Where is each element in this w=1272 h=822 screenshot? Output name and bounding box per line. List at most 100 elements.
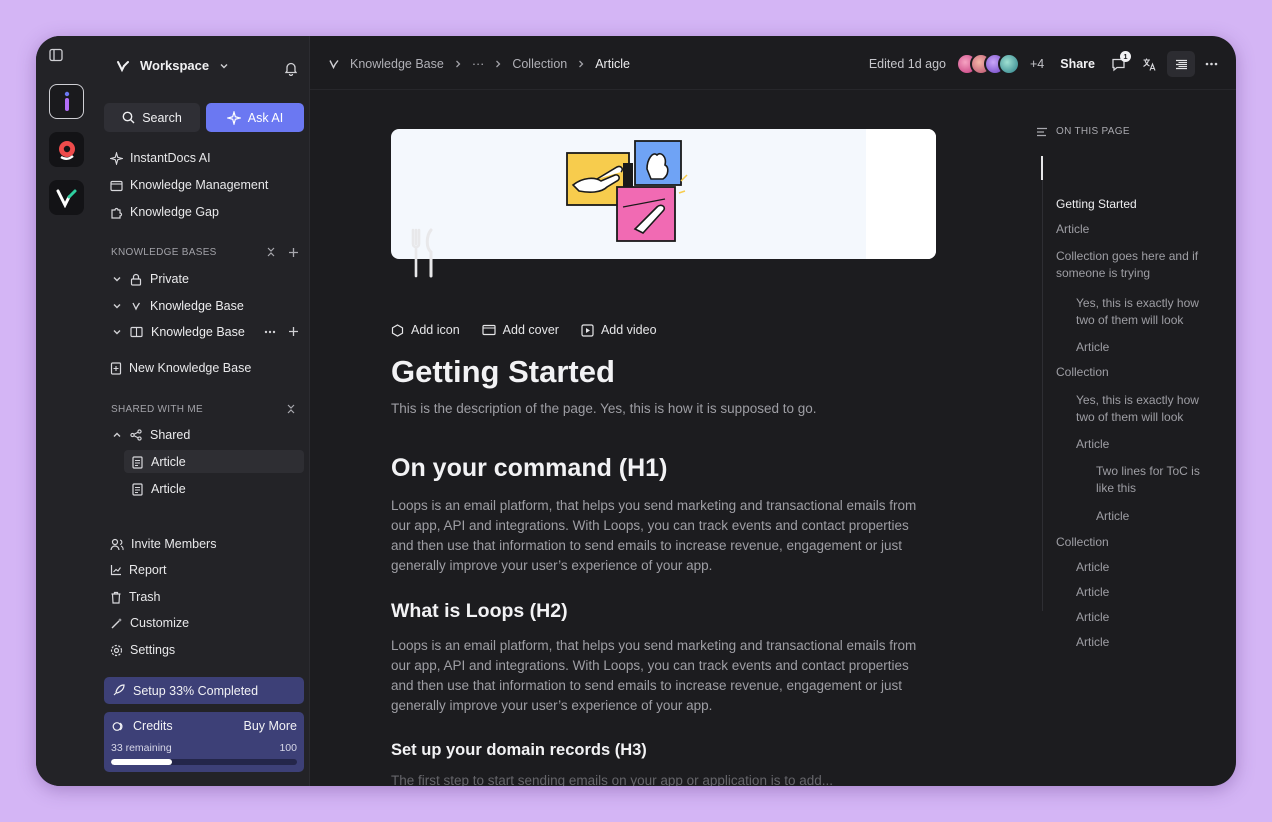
nav-knowledge-management[interactable]: Knowledge Management [110, 175, 268, 195]
add-cover-button[interactable]: Add cover [482, 323, 559, 337]
breadcrumb-article[interactable]: Article [595, 57, 630, 71]
toc-item[interactable]: Article [1096, 508, 1236, 525]
nav-invite-members[interactable]: Invite Members [110, 534, 216, 554]
shared-folder[interactable]: Shared [112, 425, 190, 445]
article-label: Article [151, 455, 186, 469]
buy-more-button[interactable]: Buy More [244, 719, 298, 733]
chevron-down-icon [113, 304, 121, 309]
document-icon [132, 482, 143, 496]
kb-item-label: Knowledge Base [150, 299, 244, 313]
app-switcher-second[interactable] [49, 132, 84, 167]
fork-knife-icon[interactable] [410, 228, 438, 280]
page-title[interactable]: Getting Started [391, 354, 615, 390]
collapse-icon[interactable] [286, 403, 296, 415]
toc-item[interactable]: Collection [1056, 534, 1204, 551]
kb-item-knowledge-base-2[interactable]: Knowledge Base [112, 322, 245, 342]
toc-item[interactable]: Getting Started [1056, 196, 1204, 213]
trash-icon [111, 591, 121, 604]
app-switcher-instantdocs[interactable] [49, 84, 84, 119]
heading-h2[interactable]: What is Loops (H2) [391, 600, 568, 623]
paragraph-1[interactable]: Loops is an email platform, that helps y… [391, 496, 931, 576]
more-collaborators-count[interactable]: +4 [1030, 57, 1044, 71]
kb-item-label: Knowledge Base [151, 325, 245, 339]
chart-icon [110, 565, 121, 576]
search-button[interactable]: Search [104, 103, 200, 132]
toc-item[interactable]: Article [1076, 559, 1224, 576]
toc-item[interactable]: Article [1076, 609, 1224, 626]
image-icon [482, 324, 496, 336]
paragraph-3-partial[interactable]: The first step to start sending emails o… [391, 773, 833, 786]
heading-h1[interactable]: On your command (H1) [391, 454, 667, 483]
setup-progress-button[interactable]: Setup 33% Completed [104, 677, 304, 704]
comments-button[interactable]: 1 [1111, 50, 1131, 72]
app-switcher-third[interactable] [49, 180, 84, 215]
paragraph-2[interactable]: Loops is an email platform, that helps y… [391, 636, 931, 716]
toc-header: ON THIS PAGE [1036, 126, 1130, 137]
chevron-down-icon [113, 330, 121, 335]
toc-item[interactable]: Collection [1056, 364, 1204, 381]
kb-item-knowledge-base-1[interactable]: Knowledge Base [112, 296, 244, 316]
workspace-logo-icon [117, 60, 129, 72]
bell-icon[interactable] [284, 61, 298, 76]
breadcrumb-collection[interactable]: Collection [512, 57, 567, 71]
kb-section-actions [266, 246, 299, 258]
translate-icon[interactable] [1142, 57, 1157, 72]
toc-toggle-button[interactable] [1167, 51, 1195, 77]
add-icon-button[interactable]: Add icon [391, 323, 460, 337]
kb-logo-icon [329, 60, 339, 70]
nav-instantdocs-ai[interactable]: InstantDocs AI [110, 148, 211, 168]
nav-trash[interactable]: Trash [110, 587, 161, 607]
chevron-down-icon [113, 277, 121, 282]
document-icon [132, 455, 143, 469]
share-button[interactable]: Share [1060, 57, 1095, 71]
toc-heading-label: ON THIS PAGE [1056, 126, 1130, 137]
shared-section-label: SHARED WITH ME [111, 404, 203, 415]
toc-list-icon [1037, 127, 1047, 136]
shared-article-1[interactable]: Article [132, 452, 186, 472]
credits-card: Credits Buy More 33 remaining 100 [104, 712, 304, 772]
top-bar: Knowledge Base ··· Collection Article Ed… [310, 36, 1236, 90]
nav-label: InstantDocs AI [130, 151, 211, 165]
knowledge-bases-section-label: KNOWLEDGE BASES [111, 247, 217, 258]
toc-item[interactable]: Yes, this is exactly how two of them wil… [1076, 392, 1211, 426]
credits-remaining: 33 remaining [111, 742, 172, 754]
toc-item[interactable]: Yes, this is exactly how two of them wil… [1076, 295, 1211, 329]
plus-icon[interactable] [288, 247, 299, 258]
toc-item[interactable]: Article [1076, 584, 1224, 601]
nav-settings[interactable]: Settings [110, 640, 175, 660]
ask-ai-button[interactable]: Ask AI [206, 103, 304, 132]
users-icon [110, 538, 124, 550]
breadcrumb-ellipsis[interactable]: ··· [472, 57, 485, 71]
folder-icon [110, 180, 123, 191]
heading-h3[interactable]: Set up your domain records (H3) [391, 741, 647, 760]
more-horizontal-icon[interactable] [264, 330, 276, 334]
sparkle-icon [110, 151, 123, 165]
nav-knowledge-gap[interactable]: Knowledge Gap [110, 202, 219, 222]
sidebar-toggle-icon[interactable] [49, 48, 63, 62]
toc-item[interactable]: Two lines for ToC is like this [1096, 463, 1211, 497]
puzzle-icon [111, 207, 123, 219]
nav-customize[interactable]: Customize [110, 613, 189, 633]
toc-item[interactable]: Article [1076, 339, 1224, 356]
chevron-right-icon [579, 60, 584, 68]
more-horizontal-icon[interactable] [1205, 62, 1218, 66]
toc-item[interactable]: Article [1076, 436, 1224, 453]
add-video-button[interactable]: Add video [581, 323, 657, 337]
collapse-icon[interactable] [266, 246, 276, 258]
book-icon [130, 326, 143, 338]
new-knowledge-base-button[interactable]: New Knowledge Base [110, 358, 251, 378]
plus-icon[interactable] [288, 326, 299, 337]
gear-icon [110, 644, 123, 656]
nav-report[interactable]: Report [110, 560, 167, 580]
toc-item[interactable]: Collection goes here and if someone is t… [1056, 248, 1204, 282]
collaborator-avatars[interactable] [955, 53, 1020, 75]
breadcrumb-knowledge-base[interactable]: Knowledge Base [350, 57, 444, 71]
workspace-switcher[interactable]: Workspace [116, 58, 229, 73]
toc-item[interactable]: Article [1076, 634, 1224, 651]
kb-item-private[interactable]: Private [112, 269, 189, 289]
cover-image[interactable] [391, 129, 936, 259]
document-actions: Add icon Add cover Add video [391, 323, 657, 337]
page-description[interactable]: This is the description of the page. Yes… [391, 401, 817, 416]
shared-article-2[interactable]: Article [132, 479, 186, 499]
toc-item[interactable]: Article [1056, 221, 1204, 238]
